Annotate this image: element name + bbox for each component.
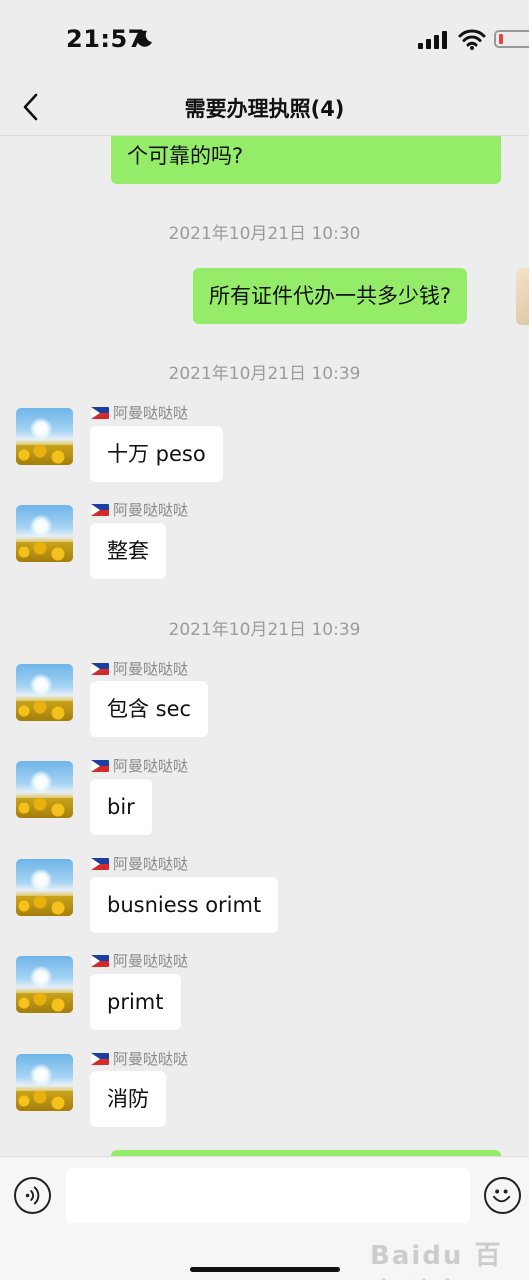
avatar[interactable] — [16, 408, 73, 465]
philippines-flag-icon — [91, 503, 109, 516]
philippines-flag-icon — [91, 954, 109, 967]
philippines-flag-icon — [91, 759, 109, 772]
voice-icon[interactable] — [14, 1177, 51, 1214]
signal-icon — [418, 31, 447, 49]
message-text: 十万 peso — [107, 442, 206, 466]
avatar[interactable] — [16, 761, 73, 818]
their-message-bubble[interactable]: primt — [90, 974, 181, 1030]
sender-name: 阿曼哒哒哒 — [91, 402, 188, 423]
sender-name: 阿曼哒哒哒 — [91, 950, 188, 971]
message-text: 包含 sec — [107, 697, 192, 721]
status-bar: 21:57 — [0, 0, 529, 80]
my-message-bubble[interactable]: 所有证件代办一共多少钱? — [193, 268, 468, 324]
timestamp: 2021年10月21日 10:30 — [168, 224, 361, 244]
message-list[interactable]: 个可靠的吗? 2021年10月21日 10:30 所有证件代办一共多少钱? 20… — [0, 136, 529, 1156]
sender-name-text: 阿曼哒哒哒 — [113, 855, 189, 873]
battery-icon — [494, 30, 529, 48]
their-message-bubble[interactable]: 整套 — [90, 523, 166, 579]
sender-name-text: 阿曼哒哒哒 — [113, 1050, 189, 1068]
moon-icon — [136, 30, 152, 47]
my-avatar[interactable] — [516, 268, 529, 325]
philippines-flag-icon — [91, 1052, 109, 1065]
sender-name: 阿曼哒哒哒 — [91, 499, 188, 520]
chat-header: 需要办理执照(4) — [0, 80, 529, 136]
message-text: 消防 — [107, 1087, 149, 1111]
avatar[interactable] — [16, 505, 73, 562]
chat-title: 需要办理执照(4) — [184, 97, 345, 121]
philippines-flag-icon — [91, 857, 109, 870]
their-message-bubble[interactable]: busniess orimt — [90, 877, 279, 933]
avatar[interactable] — [16, 1054, 73, 1111]
timestamp: 2021年10月21日 10:39 — [168, 620, 361, 640]
sender-name: 阿曼哒哒哒 — [91, 853, 188, 874]
message-text: 个可靠的吗? — [127, 144, 244, 168]
message-text: busniess orimt — [107, 893, 262, 917]
sender-name-text: 阿曼哒哒哒 — [113, 757, 189, 775]
philippines-flag-icon — [91, 406, 109, 419]
wifi-icon — [458, 29, 486, 50]
message-text: 整套 — [107, 539, 149, 563]
message-input[interactable] — [66, 1168, 470, 1223]
sender-name-text: 阿曼哒哒哒 — [113, 404, 189, 422]
timestamp: 2021年10月21日 10:39 — [168, 364, 361, 384]
watermark: Baidu 百度 头条 — [370, 1241, 503, 1280]
message-text: 所有证件代办一共多少钱? — [209, 284, 452, 308]
sender-name-text: 阿曼哒哒哒 — [113, 501, 189, 519]
message-text: bir — [107, 795, 135, 819]
sender-name: 阿曼哒哒哒 — [91, 658, 188, 679]
avatar[interactable] — [16, 859, 73, 916]
philippines-flag-icon — [91, 662, 109, 675]
home-indicator[interactable] — [190, 1267, 340, 1272]
sender-name: 阿曼哒哒哒 — [91, 755, 188, 776]
avatar[interactable] — [16, 956, 73, 1013]
avatar[interactable] — [16, 664, 73, 721]
their-message-bubble[interactable]: 十万 peso — [90, 426, 223, 482]
sender-name-text: 阿曼哒哒哒 — [113, 952, 189, 970]
sender-name-text: 阿曼哒哒哒 — [113, 660, 189, 678]
their-message-bubble[interactable]: 包含 sec — [90, 681, 209, 737]
sender-name: 阿曼哒哒哒 — [91, 1048, 188, 1069]
my-message-bubble[interactable]: 个可靠的吗? — [111, 136, 501, 184]
message-text: primt — [107, 990, 164, 1014]
their-message-bubble[interactable]: 消防 — [90, 1071, 166, 1127]
input-bar: Baidu 百度 头条 — [0, 1156, 529, 1280]
emoji-icon[interactable] — [484, 1177, 521, 1214]
their-message-bubble[interactable]: bir — [90, 779, 152, 835]
